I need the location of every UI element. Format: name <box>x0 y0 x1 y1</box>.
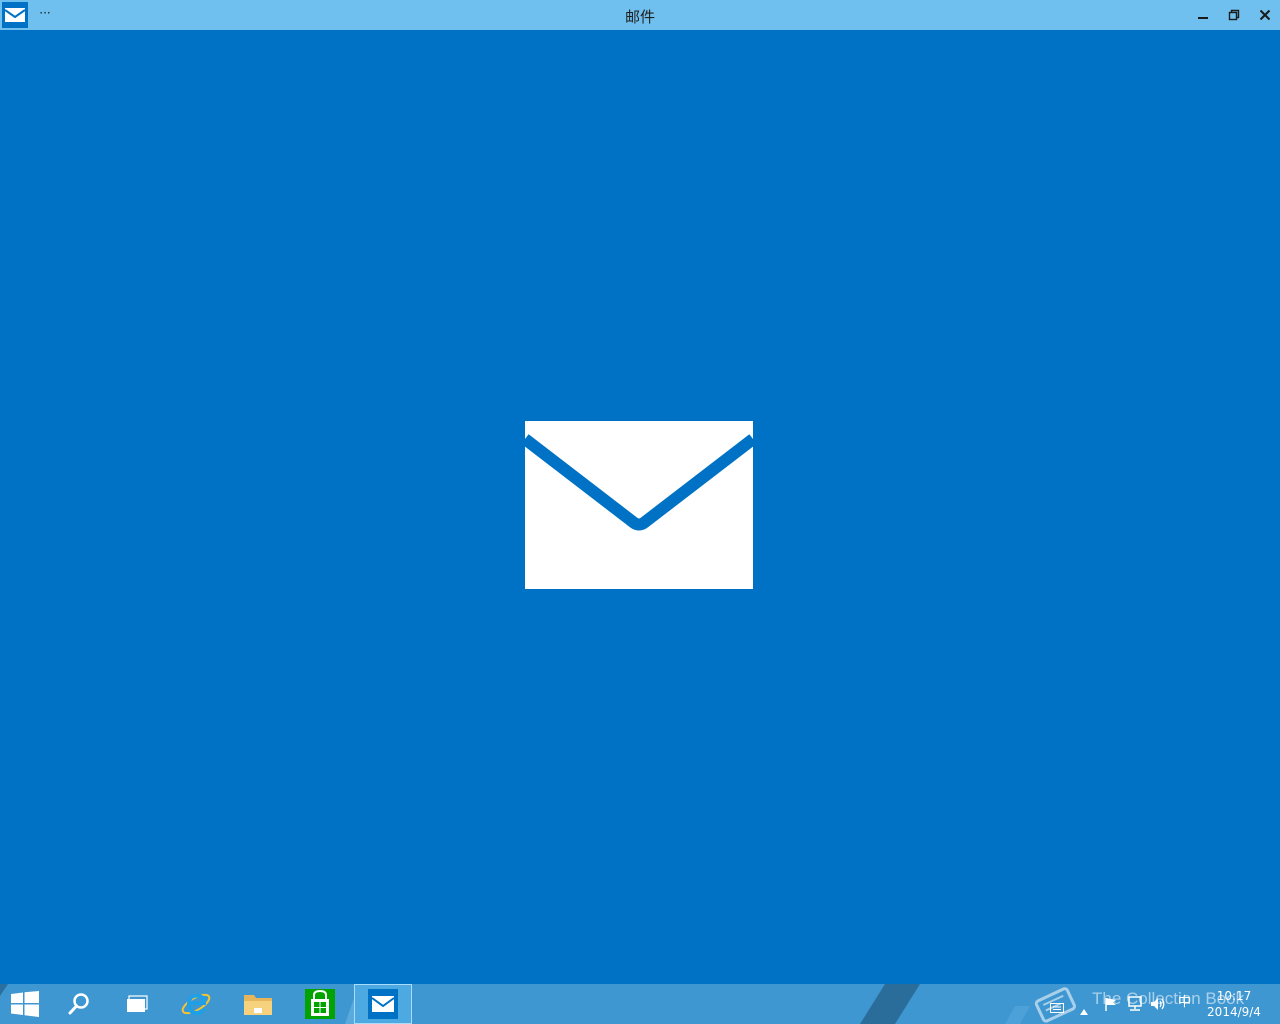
windows-logo-icon <box>11 991 39 1017</box>
restore-button[interactable] <box>1219 0 1249 30</box>
clock[interactable]: 10:17 2014/9/4 <box>1196 988 1272 1020</box>
app-mail-icon[interactable] <box>2 2 28 28</box>
search-icon <box>68 993 89 1015</box>
clock-date: 2014/9/4 <box>1207 1005 1261 1019</box>
action-center-flag-icon[interactable] <box>1104 996 1118 1015</box>
close-button[interactable] <box>1250 0 1280 30</box>
mail-taskbar-button[interactable] <box>354 984 412 1024</box>
store-button[interactable] <box>291 984 349 1024</box>
show-hidden-icons-button[interactable] <box>1080 1000 1088 1019</box>
mail-icon <box>368 989 398 1019</box>
window-title: 邮件 <box>624 8 655 26</box>
chevron-up-icon <box>1080 1009 1088 1015</box>
network-icon[interactable] <box>1127 996 1143 1016</box>
internet-explorer-button[interactable] <box>167 984 225 1024</box>
search-button[interactable] <box>50 984 108 1024</box>
more-options-button[interactable]: ··· <box>38 4 52 22</box>
start-button[interactable] <box>0 984 54 1024</box>
internet-explorer-icon <box>181 993 211 1015</box>
mail-splash-icon <box>525 421 753 589</box>
folder-icon <box>244 995 272 1015</box>
minimize-button[interactable] <box>1188 0 1218 30</box>
file-explorer-button[interactable] <box>229 984 287 1024</box>
volume-icon[interactable] <box>1150 996 1166 1016</box>
task-view-icon <box>127 995 148 1012</box>
task-view-button[interactable] <box>108 984 166 1024</box>
tray-keyboard-icon[interactable] <box>1050 998 1064 1017</box>
restore-icon <box>1228 9 1240 21</box>
input-method-indicator[interactable]: 中 <box>1178 995 1191 1011</box>
store-icon <box>305 989 335 1019</box>
clock-time: 10:17 <box>1216 989 1252 1003</box>
taskbar: The Collection Book 中 10:17 2014/9/4 <box>0 984 1280 1024</box>
title-bar: ··· 邮件 <box>0 0 1280 30</box>
minimize-icon <box>1198 17 1208 19</box>
close-icon <box>1259 9 1271 21</box>
